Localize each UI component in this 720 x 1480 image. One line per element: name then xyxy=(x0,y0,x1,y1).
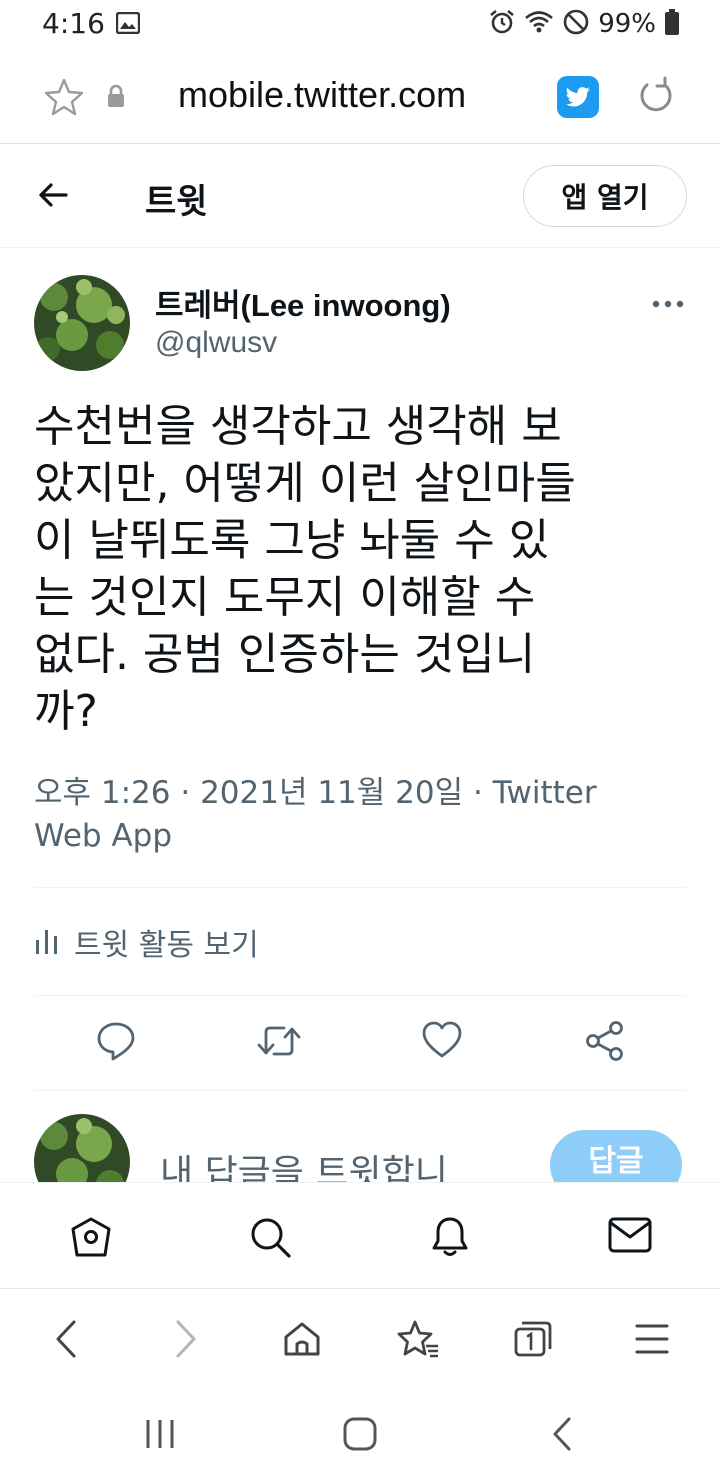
home-icon[interactable] xyxy=(69,1215,113,1263)
divider xyxy=(34,995,686,996)
browser-home-icon[interactable] xyxy=(282,1319,322,1363)
tabs-icon[interactable] xyxy=(512,1319,554,1363)
retweet-icon[interactable] xyxy=(256,1020,302,1066)
analytics-icon xyxy=(34,924,60,960)
reply-button[interactable]: 답글 xyxy=(550,1130,682,1182)
back-arrow-icon[interactable] xyxy=(36,178,70,216)
like-heart-icon[interactable] xyxy=(421,1020,463,1064)
battery-percent: 99% xyxy=(598,9,656,39)
open-app-button[interactable]: 앱 열기 xyxy=(523,165,687,227)
lock-icon xyxy=(106,84,126,112)
reload-icon[interactable] xyxy=(636,76,676,120)
notifications-bell-icon[interactable] xyxy=(428,1215,472,1263)
tweet-text-line: 는 것인지 도무지 이해할 수 xyxy=(34,572,536,623)
username[interactable]: @qlwusv xyxy=(155,326,277,360)
divider xyxy=(34,1090,686,1091)
reply-input[interactable]: 내 답글을 트윗합니 xyxy=(160,1144,448,1182)
activity-label: 트윗 활동 보기 xyxy=(74,928,259,963)
bookmark-star-icon[interactable] xyxy=(44,78,84,120)
image-notification-icon xyxy=(115,11,141,38)
tweet-text: 수천번을 생각하고 생각해 보 았지만, 어떻게 이런 살인마들 이 날뛰도록 … xyxy=(34,398,694,740)
browser-address-bar: mobile.twitter.com xyxy=(0,50,720,144)
status-time: 4:16 xyxy=(42,7,105,40)
tweet-text-line: 이 날뛰도록 그냥 놔둘 수 있 xyxy=(34,515,550,566)
messages-envelope-icon[interactable] xyxy=(607,1215,653,1259)
status-bar: 4:16 99% xyxy=(0,0,720,50)
tweet-actions xyxy=(0,1020,720,1070)
twitter-bottom-nav xyxy=(0,1182,720,1288)
display-name[interactable]: 트레버(Lee inwoong) xyxy=(155,280,451,325)
reply-avatar xyxy=(34,1114,130,1182)
browser-toolbar xyxy=(0,1288,720,1388)
tweet-meta-line: 오후 1:26 · 2021년 11월 20일 · Twitter xyxy=(34,775,597,811)
more-options-icon[interactable] xyxy=(652,294,684,313)
page-title: 트윗 xyxy=(145,182,208,222)
system-back-icon[interactable] xyxy=(550,1416,574,1456)
browser-back-icon[interactable] xyxy=(52,1319,80,1363)
wifi-icon xyxy=(524,9,554,39)
battery-icon xyxy=(664,8,680,40)
browser-forward-icon[interactable] xyxy=(172,1319,200,1363)
tweet-text-line: 없다. 공범 인증하는 것입니 xyxy=(34,629,536,680)
twitter-app-icon[interactable] xyxy=(557,76,599,122)
alarm-icon xyxy=(488,8,516,40)
divider xyxy=(34,887,686,888)
share-icon[interactable] xyxy=(584,1020,626,1066)
tweet-text-line: 았지만, 어떻게 이런 살인마들 xyxy=(34,458,576,509)
tweet-timestamp: 오후 1:26 · 2021년 11월 20일 · Twitter Web Ap… xyxy=(34,772,674,858)
tweet-activity-link[interactable]: 트윗 활동 보기 xyxy=(34,920,259,964)
menu-icon[interactable] xyxy=(634,1319,670,1363)
status-icons: 99% xyxy=(488,8,680,40)
tweet-text-line: 수천번을 생각하고 생각해 보 xyxy=(34,401,562,452)
do-not-disturb-icon xyxy=(562,8,590,40)
home-button-icon[interactable] xyxy=(342,1416,378,1456)
reply-icon[interactable] xyxy=(95,1020,137,1066)
bookmarks-icon[interactable] xyxy=(396,1319,440,1363)
tweet-page-header: 트윗 앱 열기 xyxy=(0,144,720,248)
recent-apps-icon[interactable] xyxy=(143,1416,177,1456)
url-text[interactable]: mobile.twitter.com xyxy=(178,74,466,116)
tweet-meta-line: Web App xyxy=(34,818,173,854)
search-icon[interactable] xyxy=(248,1215,292,1263)
avatar[interactable] xyxy=(34,275,130,371)
reply-composer: 내 답글을 트윗합니 답글 xyxy=(0,1092,720,1182)
android-navigation-bar xyxy=(0,1388,720,1480)
tweet-text-line: 까? xyxy=(34,686,98,737)
